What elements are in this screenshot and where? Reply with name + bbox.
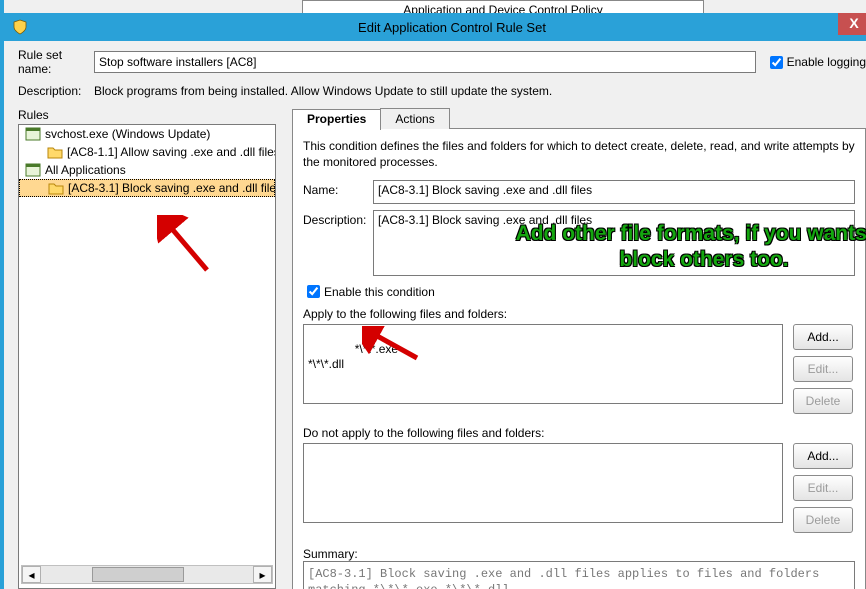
tree-label: All Applications (45, 163, 126, 177)
edit-button[interactable]: Edit... (793, 356, 853, 382)
enable-logging-box[interactable] (770, 56, 783, 69)
dont-apply-label: Do not apply to the following files and … (303, 426, 855, 440)
add-button[interactable]: Add... (793, 324, 853, 350)
add-button[interactable]: Add... (793, 443, 853, 469)
tree-label: [AC8-3.1] Block saving .exe and .dll fil… (68, 181, 276, 195)
name-label: Name: (303, 180, 373, 197)
enable-logging-label: Enable logging (787, 55, 866, 69)
summary-label: Summary: (303, 547, 855, 561)
tree-node-selected[interactable]: [AC8-3.1] Block saving .exe and .dll fil… (19, 179, 275, 197)
summary-box: [AC8-3.1] Block saving .exe and .dll fil… (303, 561, 855, 589)
rules-tree[interactable]: svchost.exe (Windows Update) [AC8-1.1] A… (18, 124, 276, 589)
app-icon (25, 127, 41, 141)
rules-pane: Rules svchost.exe (Windows Update) [AC8-… (18, 108, 276, 589)
tab-properties[interactable]: Properties (292, 109, 381, 130)
folder-icon (47, 145, 63, 159)
enable-logging-checkbox[interactable]: Enable logging (766, 53, 866, 72)
enable-condition-box[interactable] (307, 285, 320, 298)
apply-listbox[interactable]: *\*\*.exe *\*\*.dll (303, 324, 783, 404)
details-pane: Properties Actions This condition define… (292, 108, 866, 589)
name-input[interactable]: [AC8-3.1] Block saving .exe and .dll fil… (373, 180, 855, 204)
horizontal-scrollbar[interactable]: ◂ ▸ (21, 565, 273, 584)
header-area: Rule set name: Stop software installers … (18, 48, 866, 106)
app-icon (25, 163, 41, 177)
enable-condition-label: Enable this condition (324, 285, 435, 299)
delete-button[interactable]: Delete (793, 388, 853, 414)
edit-button[interactable]: Edit... (793, 475, 853, 501)
folder-icon (48, 181, 64, 195)
desc-input[interactable]: [AC8-3.1] Block saving .exe and .dll fil… (373, 210, 855, 276)
delete-button[interactable]: Delete (793, 507, 853, 533)
close-button[interactable]: X (838, 13, 866, 35)
window-title: Edit Application Control Rule Set (34, 20, 866, 35)
enable-condition-checkbox[interactable]: Enable this condition (303, 282, 855, 301)
annotation-text: Add other file formats, if you wants to … (514, 221, 866, 274)
apply-label: Apply to the following files and folders… (303, 307, 855, 321)
apply-items: *\*\*.exe *\*\*.dll (308, 342, 398, 371)
scroll-thumb[interactable] (92, 567, 184, 582)
desc-label: Description: (303, 210, 373, 227)
tree-label: [AC8-1.1] Allow saving .exe and .dll fil… (67, 145, 276, 159)
tree-node[interactable]: svchost.exe (Windows Update) (19, 125, 275, 143)
tree-node[interactable]: All Applications (19, 161, 275, 179)
desc-value: [AC8-3.1] Block saving .exe and .dll fil… (378, 213, 592, 227)
tree-node[interactable]: [AC8-1.1] Allow saving .exe and .dll fil… (19, 143, 275, 161)
scroll-left-button[interactable]: ◂ (22, 566, 41, 583)
rule-set-name-input[interactable]: Stop software installers [AC8] (94, 51, 756, 73)
tab-actions[interactable]: Actions (380, 108, 449, 129)
scroll-right-button[interactable]: ▸ (253, 566, 272, 583)
window: Application and Device Control Policy Ed… (0, 0, 866, 589)
annotation-arrow-icon (157, 215, 217, 275)
tree-label: svchost.exe (Windows Update) (45, 127, 210, 141)
description-text: Block programs from being installed. All… (94, 84, 552, 98)
rules-label: Rules (18, 108, 276, 122)
properties-panel: This condition defines the files and fol… (292, 128, 866, 589)
titlebar[interactable]: Edit Application Control Rule Set X (4, 13, 866, 41)
description-label: Description: (18, 84, 94, 98)
tab-strip: Properties Actions (292, 108, 866, 129)
intro-text: This condition defines the files and fol… (303, 139, 855, 170)
rule-set-name-label: Rule set name: (18, 48, 94, 76)
dont-apply-listbox[interactable] (303, 443, 783, 523)
shield-icon (12, 19, 28, 35)
